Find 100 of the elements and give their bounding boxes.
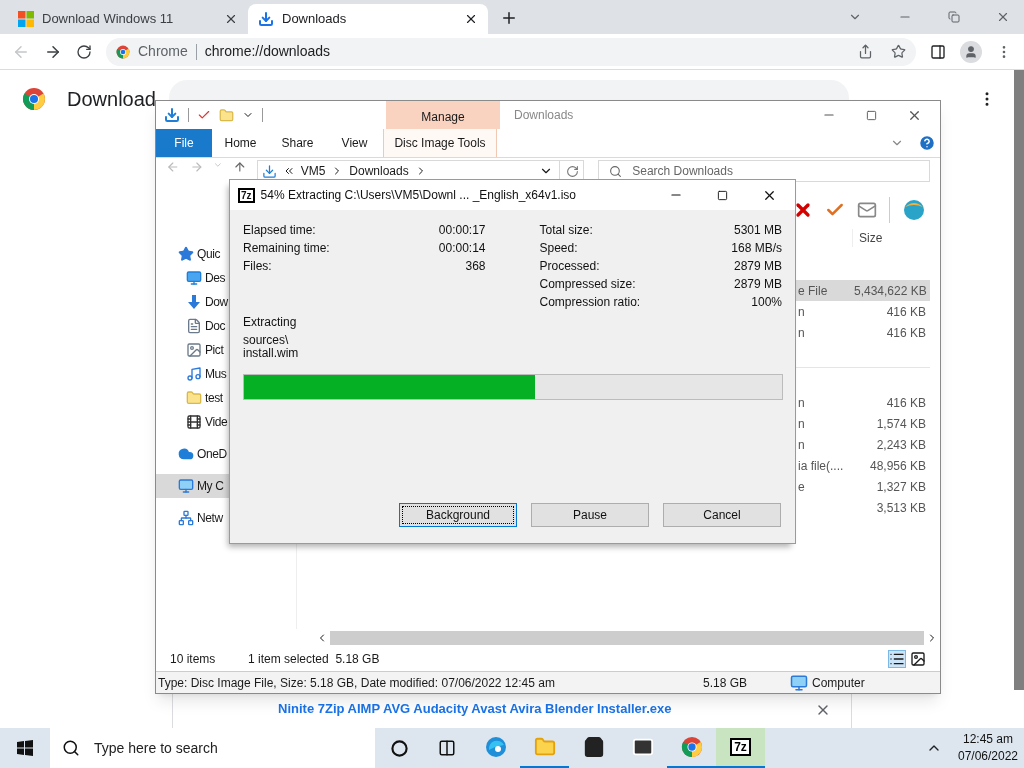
nav-item[interactable]: Vide — [156, 410, 296, 434]
new-tab-icon[interactable] — [500, 9, 518, 27]
nav-label: Vide — [205, 414, 228, 431]
search-icon — [62, 739, 80, 757]
up-icon[interactable] — [233, 160, 247, 174]
dialog-button[interactable]: Pause — [531, 503, 649, 527]
type-cell-text: n — [798, 436, 806, 454]
breadcrumb-item[interactable]: VM5 — [300, 162, 326, 180]
computer-icon — [178, 478, 194, 494]
taskbar-search-field[interactable]: Type here to search — [50, 728, 375, 768]
search-field[interactable] — [169, 80, 849, 100]
dialog-button[interactable]: Cancel — [663, 503, 781, 527]
search-icon — [609, 164, 623, 178]
nav-item[interactable]: test — [156, 386, 296, 410]
stat-value: 168 MB/s — [731, 240, 782, 257]
size-cell-text: 1,327 KB — [875, 478, 927, 496]
checklist-icon[interactable] — [197, 108, 211, 122]
stat-value: 00:00:17 — [438, 222, 486, 239]
start-icon[interactable] — [17, 740, 33, 756]
cortana-icon[interactable] — [390, 739, 408, 757]
stat-label: Remaining time: — [243, 240, 330, 257]
folder-icon — [533, 736, 556, 758]
stat-label: Compression ratio: — [539, 294, 641, 311]
task-view-icon[interactable] — [438, 739, 456, 757]
film-icon — [186, 414, 202, 430]
close-icon[interactable] — [224, 12, 238, 26]
ribbon-tab[interactable]: Share — [269, 129, 326, 157]
nav-label: My C — [197, 478, 224, 495]
file-path: install.wim — [243, 347, 300, 360]
tiles-view-icon[interactable] — [910, 651, 926, 667]
edge-icon — [484, 736, 507, 758]
shopping-bag-icon — [582, 736, 605, 758]
tab-title: Downloads — [282, 10, 348, 29]
stat-value: 00:00:14 — [438, 240, 486, 257]
seven-zip-icon: 7z — [238, 187, 255, 203]
browser-tab[interactable]: Download Windows 11 — [8, 4, 248, 34]
size-cell-text: 416 KB — [885, 303, 927, 321]
delete-icon[interactable] — [793, 200, 813, 220]
type-cell-text: n — [798, 324, 806, 342]
taskbar-app[interactable]: 7z — [716, 728, 765, 768]
breadcrumb-item[interactable]: Downloads — [349, 162, 409, 180]
desktop-icon — [186, 270, 202, 286]
address-bar[interactable]: Chrome chrome://downloads — [106, 37, 916, 66]
size-cell-text: 1,574 KB — [875, 415, 927, 433]
maximize-icon[interactable] — [866, 109, 877, 121]
computer-icon — [790, 673, 808, 692]
file-tab[interactable]: File — [156, 129, 212, 157]
help-icon[interactable] — [918, 134, 936, 152]
nav-item[interactable]: OneD — [156, 442, 296, 466]
download-icon[interactable] — [164, 107, 180, 123]
dialog-button[interactable]: Background — [399, 503, 517, 527]
music-icon — [186, 366, 202, 382]
chrome-icon — [680, 736, 703, 758]
dialog-title: 54% Extracting C:\Users\VM5\Downl ... _English_x64v1.iso — [260, 187, 578, 204]
share-icon[interactable] — [858, 44, 873, 59]
stat-value: 100% — [751, 294, 782, 311]
column-header[interactable]: Size — [852, 229, 930, 247]
type-cell-text: n — [798, 394, 806, 412]
windows-logo-icon — [18, 11, 34, 27]
details-view-icon[interactable] — [888, 650, 906, 668]
cloud-icon — [178, 446, 194, 462]
download-icon — [261, 163, 277, 179]
chrome-icon — [116, 44, 130, 59]
side-panel-icon[interactable] — [930, 43, 946, 60]
folder-icon — [186, 390, 202, 406]
nav-label: Pict — [205, 342, 224, 359]
stat-value: 368 — [465, 258, 486, 275]
nav-item[interactable]: Dow — [156, 290, 296, 314]
bookmark-star-icon[interactable] — [891, 44, 906, 59]
nav-item[interactable]: Mus — [156, 362, 296, 386]
network-icon — [178, 510, 194, 526]
details-size: 5.18 GB — [703, 674, 749, 692]
page-title: Download — [67, 87, 157, 111]
download-link[interactable]: Ninite 7Zip AIMP AVG Audacity Avast Avira Blender Installer.exe — [278, 698, 815, 718]
stat-value: 2879 MB — [733, 276, 782, 293]
document-icon — [186, 318, 202, 334]
ribbon-tab[interactable]: Home — [212, 129, 269, 157]
horizontal-scrollbar[interactable] — [330, 631, 924, 645]
star-icon — [178, 246, 194, 262]
refresh-icon[interactable] — [566, 164, 580, 178]
close-icon[interactable] — [464, 12, 478, 26]
search-placeholder: Search Downloads — [632, 163, 733, 180]
stat-label: Files: — [243, 258, 272, 275]
profile-avatar[interactable] — [960, 40, 982, 63]
page-scrollbar[interactable] — [1014, 70, 1024, 690]
window-title: Downloads — [514, 107, 574, 124]
browser-tab[interactable]: Downloads — [248, 4, 488, 34]
reload-icon[interactable] — [76, 43, 92, 60]
restore-icon[interactable] — [948, 11, 960, 23]
operation-label: Extracting — [243, 314, 298, 330]
search-placeholder: Type here to search — [94, 738, 218, 758]
selection-info: 1 item selected 5.18 GB — [248, 651, 380, 668]
clock[interactable]: 12:45 am 07/06/2022 — [952, 731, 1024, 765]
envelope-icon[interactable] — [857, 200, 877, 220]
nav-item[interactable]: Netw — [156, 506, 296, 530]
ribbon-tab[interactable]: View — [326, 129, 383, 157]
globe-icon[interactable] — [902, 199, 926, 221]
size-cell-text: 416 KB — [885, 324, 927, 342]
maximize-icon[interactable] — [717, 189, 728, 201]
download-icon — [258, 11, 274, 27]
